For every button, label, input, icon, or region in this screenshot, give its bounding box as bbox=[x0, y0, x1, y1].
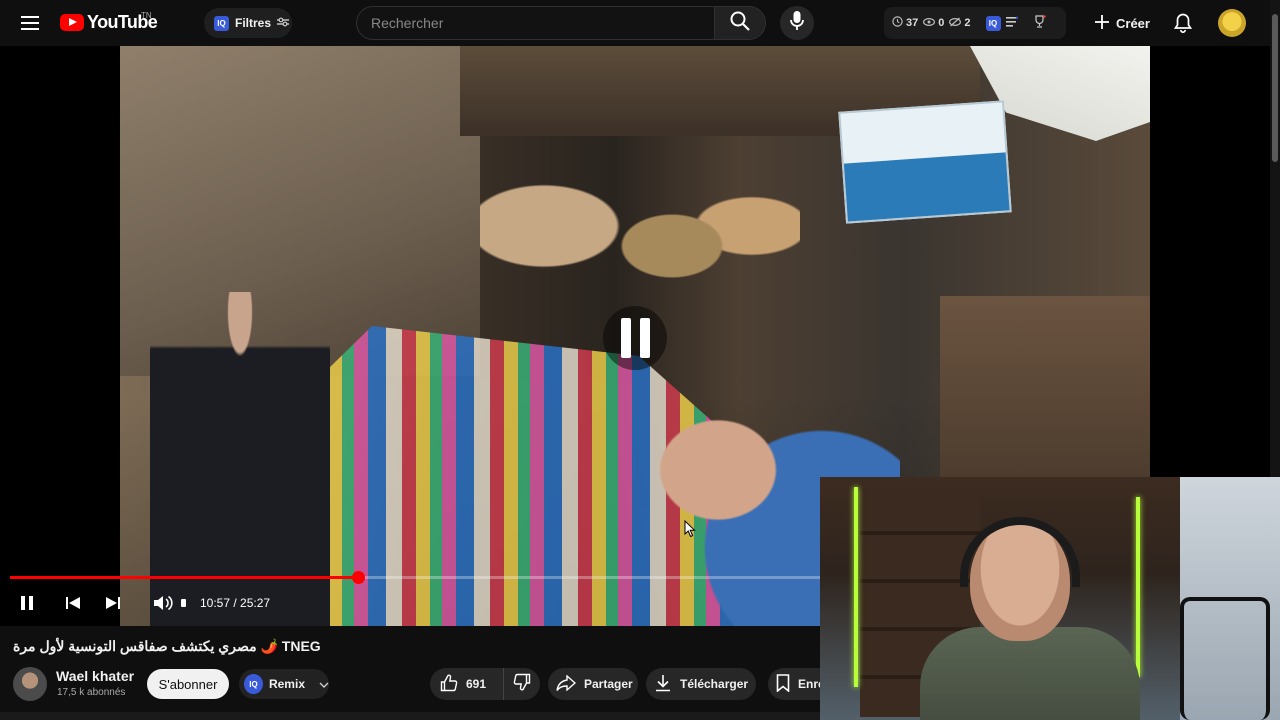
subscribe-button[interactable]: S'abonner bbox=[147, 669, 229, 699]
top-header: YouTube TN IQ Filtres Rechercher 37 0 2 … bbox=[0, 0, 1280, 46]
save-button[interactable]: Enre bbox=[768, 668, 820, 700]
download-icon bbox=[654, 674, 672, 695]
search-icon bbox=[730, 11, 750, 36]
search-placeholder: Rechercher bbox=[371, 15, 444, 31]
clock-stat[interactable]: 37 bbox=[892, 16, 918, 30]
save-label: Enre bbox=[798, 677, 820, 691]
eye-slash-value: 2 bbox=[964, 17, 971, 29]
filters-button[interactable]: IQ Filtres bbox=[204, 8, 292, 38]
clock-icon bbox=[892, 16, 903, 30]
trophy-icon[interactable] bbox=[1033, 15, 1046, 31]
create-button[interactable]: Créer bbox=[1086, 7, 1158, 39]
pause-bar bbox=[620, 318, 631, 358]
iq-badge: IQ bbox=[214, 15, 229, 31]
filter-icon bbox=[277, 16, 290, 30]
filters-label: Filtres bbox=[235, 16, 272, 30]
youtube-play-icon bbox=[60, 14, 84, 31]
volume-slider[interactable] bbox=[176, 586, 190, 620]
neon-light bbox=[1136, 497, 1140, 677]
player-controls: 10:57 / 25:27 bbox=[0, 586, 820, 620]
streamer-hoodie bbox=[920, 627, 1140, 720]
clock-value: 37 bbox=[906, 17, 919, 29]
mic-icon bbox=[790, 10, 804, 36]
eye-slash-icon bbox=[949, 17, 962, 30]
like-dislike-group: 691 bbox=[430, 668, 540, 700]
voice-search-button[interactable] bbox=[780, 6, 814, 40]
previous-icon[interactable] bbox=[58, 586, 88, 620]
eye-stat[interactable]: 0 bbox=[923, 17, 944, 30]
iq-badge: IQ bbox=[244, 674, 263, 694]
subscriber-count: 17,5 k abonnés bbox=[57, 687, 126, 698]
shop-sign-panel bbox=[843, 152, 1010, 222]
like-count: 691 bbox=[466, 677, 487, 691]
dislike-button[interactable] bbox=[504, 668, 540, 700]
channel-avatar[interactable] bbox=[13, 667, 47, 701]
webcam-overlay bbox=[820, 477, 1280, 720]
channel-name[interactable]: Wael khater bbox=[56, 668, 134, 684]
pause-bar bbox=[639, 318, 650, 358]
search-button[interactable] bbox=[714, 6, 766, 40]
download-button[interactable]: Télécharger bbox=[646, 668, 756, 700]
progress-played bbox=[10, 576, 359, 579]
scrollbar-thumb[interactable] bbox=[1272, 14, 1278, 162]
remix-button[interactable]: IQ Remix bbox=[239, 669, 329, 699]
next-icon[interactable] bbox=[98, 586, 128, 620]
chevron-down-icon bbox=[319, 677, 329, 691]
share-icon bbox=[556, 673, 577, 694]
plus-icon bbox=[1094, 14, 1110, 33]
bookmark-icon bbox=[776, 673, 790, 695]
eye-icon bbox=[923, 17, 936, 30]
neon-light bbox=[854, 487, 858, 687]
country-code: TN bbox=[141, 11, 152, 20]
thumbs-up-icon bbox=[440, 674, 458, 695]
search-input[interactable]: Rechercher bbox=[356, 6, 714, 40]
kitchen-stall bbox=[940, 296, 1150, 496]
description-box-top bbox=[0, 712, 820, 720]
list-icon[interactable] bbox=[1005, 16, 1018, 31]
like-button[interactable]: 691 bbox=[430, 668, 504, 700]
menu-icon[interactable] bbox=[16, 9, 44, 37]
share-label: Partager bbox=[584, 677, 633, 691]
video-title: مصري يكتشف صفاقس التونسية لأول مرة 🌶️ TN… bbox=[13, 638, 321, 654]
download-label: Télécharger bbox=[680, 677, 749, 691]
volume-icon[interactable] bbox=[148, 586, 178, 620]
extension-stats-bar: 37 0 2 IQ bbox=[884, 7, 1066, 39]
shop-sign bbox=[838, 100, 1012, 224]
progress-bar[interactable] bbox=[10, 571, 820, 584]
thumbs-down-icon bbox=[513, 673, 531, 696]
iq-badge[interactable]: IQ bbox=[985, 15, 1001, 31]
time-display: 10:57 / 25:27 bbox=[200, 596, 271, 610]
share-button[interactable]: Partager bbox=[548, 668, 638, 700]
pause-icon[interactable] bbox=[12, 586, 42, 620]
user-avatar[interactable] bbox=[1218, 9, 1246, 37]
mouse-cursor-icon bbox=[684, 519, 696, 543]
bell-icon[interactable] bbox=[1170, 10, 1196, 36]
eye-slash-stat[interactable]: 2 bbox=[949, 17, 971, 30]
remix-label: Remix bbox=[268, 677, 305, 691]
eye-value: 0 bbox=[938, 17, 945, 29]
create-label: Créer bbox=[1116, 15, 1150, 31]
center-pause-overlay[interactable] bbox=[603, 306, 667, 370]
chair bbox=[1180, 597, 1270, 720]
